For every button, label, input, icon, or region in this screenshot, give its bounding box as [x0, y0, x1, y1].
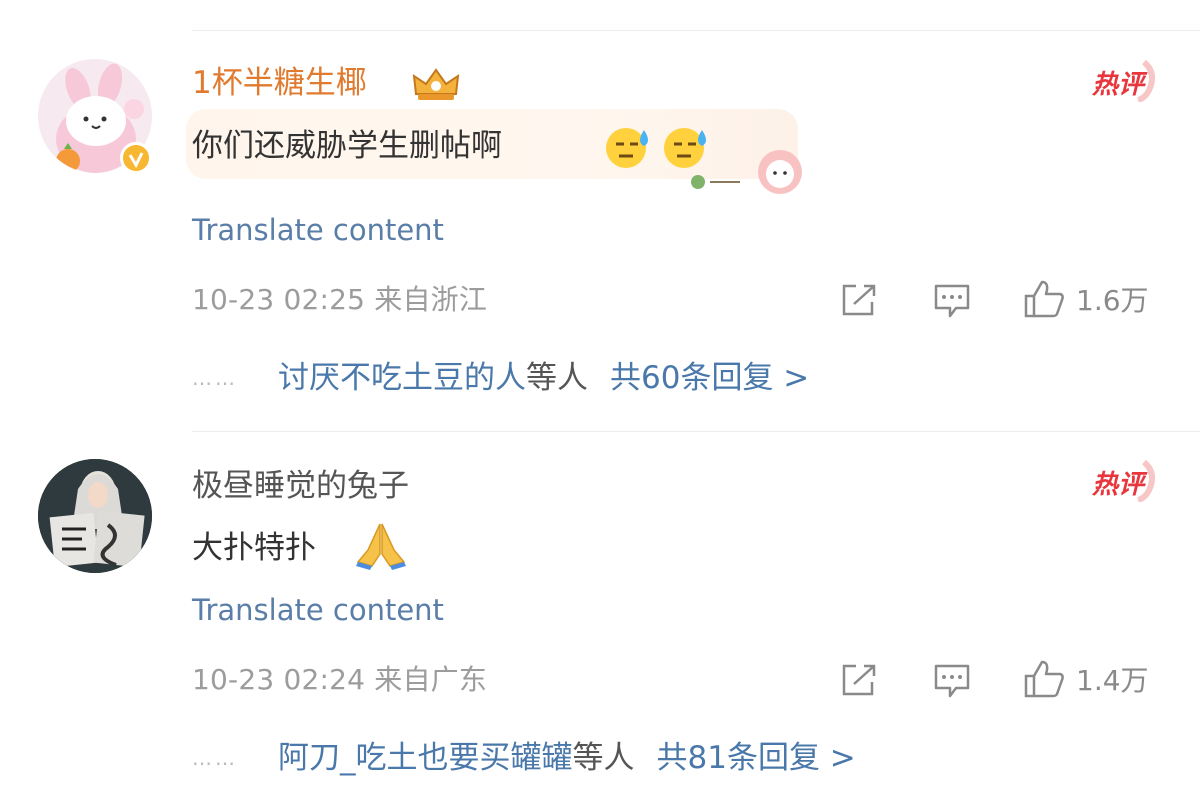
reply-summary-link[interactable]: …… 阿刀_吃土也要买罐罐 等人 共81条回复 > — [192, 736, 856, 780]
sweat-emoji — [604, 124, 654, 170]
thumbs-up-icon — [1024, 280, 1064, 318]
crown-badge-icon — [410, 64, 462, 104]
username[interactable]: 极昼睡觉的兔子 — [192, 466, 409, 506]
comment-location: 来自浙江 — [374, 283, 488, 316]
username[interactable]: 1杯半糖生椰 — [192, 63, 367, 103]
avatar[interactable] — [38, 459, 152, 573]
hot-comment-badge: 热评 — [1090, 458, 1160, 502]
reply-suffix: 等人 — [572, 740, 635, 776]
comment-time: 10-23 02:25 — [192, 283, 366, 316]
hot-comment-badge: 热评 — [1090, 58, 1160, 102]
comment-divider — [192, 431, 1200, 432]
verified-badge-icon — [120, 142, 152, 174]
share-button[interactable] — [840, 282, 878, 318]
translate-link[interactable]: Translate content — [192, 212, 444, 248]
top-divider — [192, 30, 1200, 31]
reply-names: 阿刀_吃土也要买罐罐 — [278, 740, 573, 776]
reply-names: 讨厌不吃土豆的人 — [278, 360, 526, 396]
svg-text:热评: 热评 — [1091, 470, 1148, 500]
bubble-decoration-icon — [688, 144, 808, 196]
like-count: 1.4万 — [1076, 664, 1149, 697]
ellipsis: …… — [192, 366, 238, 390]
like-button[interactable]: 1.6万 — [1022, 278, 1149, 320]
comment-icon — [934, 284, 970, 318]
reply-suffix: 等人 — [526, 360, 588, 396]
reply-total: 共81条回复 > — [656, 740, 856, 776]
praying-hands-emoji — [354, 520, 408, 570]
reply-button[interactable] — [932, 282, 972, 320]
svg-text:热评: 热评 — [1091, 70, 1148, 100]
comment-location: 来自广东 — [374, 663, 488, 696]
share-icon — [842, 284, 876, 316]
share-icon — [842, 664, 876, 696]
like-button[interactable]: 1.4万 — [1022, 658, 1149, 700]
reply-total: 共60条回复 > — [610, 360, 810, 396]
share-button[interactable] — [840, 662, 878, 698]
comment-meta: 10-23 02:25 来自浙江 — [192, 282, 487, 318]
reply-summary-link[interactable]: …… 讨厌不吃土豆的人 等人 共60条回复 > — [192, 356, 809, 400]
comment-icon — [934, 664, 970, 698]
thumbs-up-icon — [1024, 660, 1064, 698]
reply-button[interactable] — [932, 662, 972, 700]
comment-time: 10-23 02:24 — [192, 663, 366, 696]
like-count: 1.6万 — [1076, 284, 1149, 317]
comment-text: 大扑特扑 — [192, 530, 316, 566]
comment-meta: 10-23 02:24 来自广东 — [192, 662, 487, 698]
comment-text: 你们还威胁学生删帖啊 — [192, 128, 502, 164]
translate-link[interactable]: Translate content — [192, 592, 444, 628]
ellipsis: …… — [192, 746, 238, 770]
